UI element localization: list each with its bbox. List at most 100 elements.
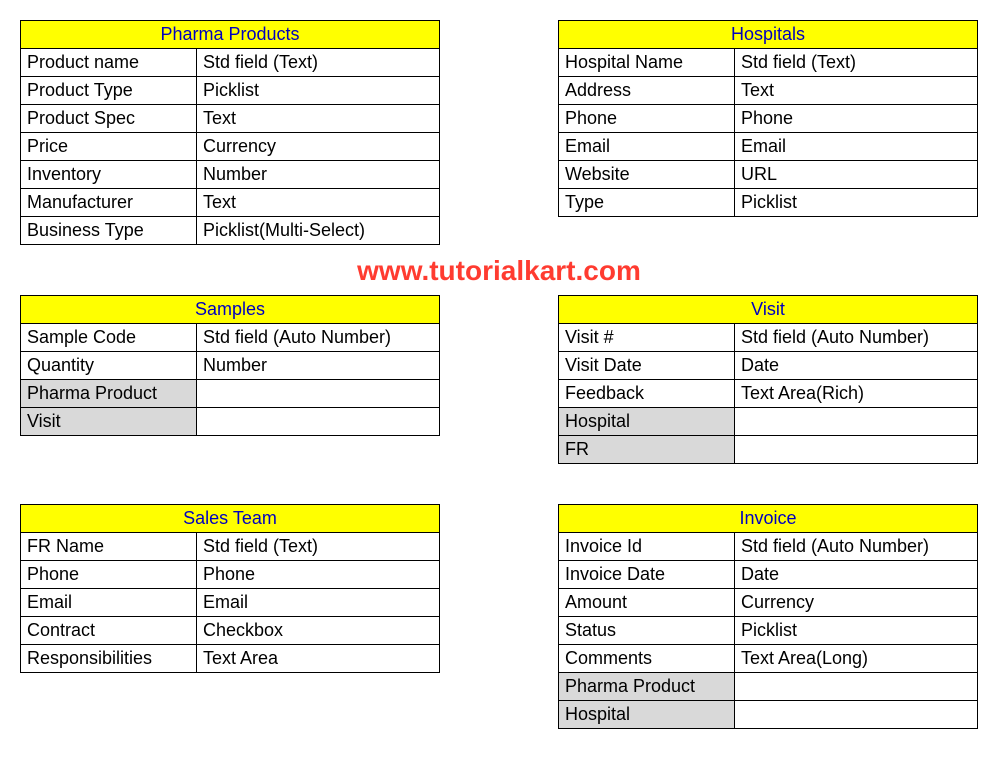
table-title: Visit (559, 296, 978, 324)
table-row: AddressText (559, 77, 978, 105)
field-value: Email (734, 133, 977, 161)
field-label: Email (559, 133, 735, 161)
field-value: Std field (Text) (734, 49, 977, 77)
table-title: Pharma Products (21, 21, 440, 49)
field-label: Contract (21, 617, 197, 645)
pharma-products-table: Pharma Products Product nameStd field (T… (20, 20, 440, 245)
field-label: FR Name (21, 533, 197, 561)
table-row: Business TypePicklist(Multi-Select) (21, 217, 440, 245)
field-label: Responsibilities (21, 645, 197, 673)
field-value: Std field (Auto Number) (734, 324, 977, 352)
field-value: Phone (196, 561, 439, 589)
field-value (734, 408, 977, 436)
table-row: EmailEmail (559, 133, 978, 161)
field-label: Invoice Date (559, 561, 735, 589)
table-row: Pharma Product (21, 380, 440, 408)
sales-team-table: Sales Team FR NameStd field (Text)PhoneP… (20, 504, 440, 729)
field-value: Text Area(Long) (734, 645, 977, 673)
field-label: Product name (21, 49, 197, 77)
field-value (734, 701, 977, 729)
field-label: Pharma Product (559, 673, 735, 701)
field-value: Number (196, 352, 439, 380)
table-title: Invoice (559, 505, 978, 533)
table-row: ManufacturerText (21, 189, 440, 217)
field-value: Std field (Auto Number) (734, 533, 977, 561)
field-label: Comments (559, 645, 735, 673)
field-label: Status (559, 617, 735, 645)
table-row: Invoice DateDate (559, 561, 978, 589)
field-value (196, 380, 439, 408)
field-value (196, 408, 439, 436)
table-row: FR NameStd field (Text) (21, 533, 440, 561)
field-value: Std field (Auto Number) (196, 324, 439, 352)
field-label: Hospital (559, 701, 735, 729)
table-row: Product nameStd field (Text) (21, 49, 440, 77)
table-row: PriceCurrency (21, 133, 440, 161)
field-label: Inventory (21, 161, 197, 189)
field-label: Feedback (559, 380, 735, 408)
field-value: Currency (196, 133, 439, 161)
field-label: Visit (21, 408, 197, 436)
field-value: Picklist (734, 189, 977, 217)
table-row: Hospital (559, 701, 978, 729)
field-value: Text (196, 189, 439, 217)
visit-table: Visit Visit #Std field (Auto Number)Visi… (558, 295, 978, 464)
table-row: FeedbackText Area(Rich) (559, 380, 978, 408)
field-label: Address (559, 77, 735, 105)
table-row: WebsiteURL (559, 161, 978, 189)
field-label: Website (559, 161, 735, 189)
field-value: Picklist (734, 617, 977, 645)
field-value (734, 436, 977, 464)
table-row: FR (559, 436, 978, 464)
field-label: Visit # (559, 324, 735, 352)
table-row: PhonePhone (21, 561, 440, 589)
field-value: Date (734, 561, 977, 589)
table-row: CommentsText Area(Long) (559, 645, 978, 673)
table-row: QuantityNumber (21, 352, 440, 380)
table-row: Sample CodeStd field (Auto Number) (21, 324, 440, 352)
field-label: Type (559, 189, 735, 217)
field-label: Phone (21, 561, 197, 589)
table-row: ContractCheckbox (21, 617, 440, 645)
field-value: Text Area(Rich) (734, 380, 977, 408)
field-label: Product Spec (21, 105, 197, 133)
field-label: Quantity (21, 352, 197, 380)
field-label: FR (559, 436, 735, 464)
field-label: Pharma Product (21, 380, 197, 408)
table-row: EmailEmail (21, 589, 440, 617)
table-row: InventoryNumber (21, 161, 440, 189)
field-value: Text (734, 77, 977, 105)
field-value: Date (734, 352, 977, 380)
table-row: Hospital NameStd field (Text) (559, 49, 978, 77)
table-row: ResponsibilitiesText Area (21, 645, 440, 673)
field-value: Currency (734, 589, 977, 617)
table-row: TypePicklist (559, 189, 978, 217)
field-label: Phone (559, 105, 735, 133)
field-label: Price (21, 133, 197, 161)
field-value: Std field (Text) (196, 49, 439, 77)
table-row: Pharma Product (559, 673, 978, 701)
watermark: www.tutorialkart.com (20, 255, 978, 287)
field-label: Business Type (21, 217, 197, 245)
field-label: Invoice Id (559, 533, 735, 561)
field-label: Manufacturer (21, 189, 197, 217)
field-value (734, 673, 977, 701)
table-row: Visit DateDate (559, 352, 978, 380)
table-title: Sales Team (21, 505, 440, 533)
field-value: URL (734, 161, 977, 189)
hospitals-table: Hospitals Hospital NameStd field (Text)A… (558, 20, 978, 245)
table-row: AmountCurrency (559, 589, 978, 617)
field-value: Email (196, 589, 439, 617)
table-title: Samples (21, 296, 440, 324)
table-row: StatusPicklist (559, 617, 978, 645)
table-row: Visit #Std field (Auto Number) (559, 324, 978, 352)
field-label: Visit Date (559, 352, 735, 380)
field-value: Std field (Text) (196, 533, 439, 561)
field-label: Product Type (21, 77, 197, 105)
field-label: Hospital (559, 408, 735, 436)
field-value: Picklist (196, 77, 439, 105)
field-label: Hospital Name (559, 49, 735, 77)
table-row: Product TypePicklist (21, 77, 440, 105)
field-value: Picklist(Multi-Select) (196, 217, 439, 245)
field-label: Email (21, 589, 197, 617)
